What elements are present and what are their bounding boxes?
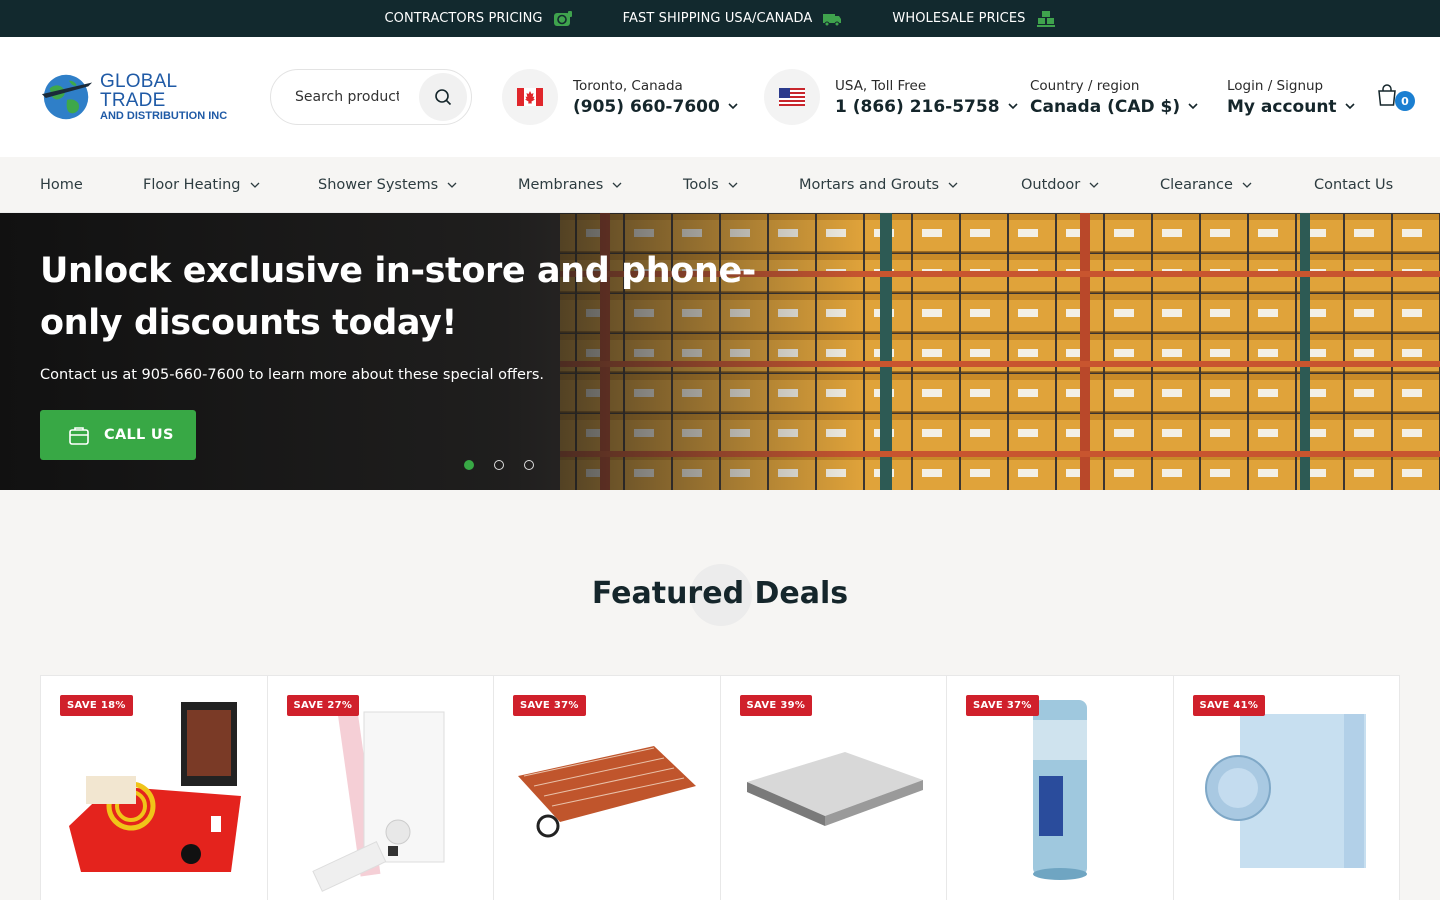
nav-label: Mortars and Grouts	[799, 177, 940, 193]
sale-badge: SAVE 41%	[1192, 695, 1266, 716]
sale-badge: SAVE 39%	[739, 695, 813, 716]
hero-subtitle: Contact us at 905-660-7600 to learn more…	[40, 367, 544, 383]
site-header: GLOBAL TRADE AND DISTRIBUTION INC Toront…	[0, 37, 1440, 157]
search-bar	[270, 69, 472, 125]
product-card[interactable]: SAVE 18%	[41, 676, 268, 900]
featured-deals-section: Featured Deals SAVE 18% SAVE 27% SAVE 37…	[0, 490, 1440, 900]
contact-label: USA, Toll Free	[835, 77, 927, 94]
site-logo[interactable]: GLOBAL TRADE AND DISTRIBUTION INC	[40, 71, 242, 123]
hero-title: Unlock exclusive in-store and phone-only…	[40, 251, 756, 343]
contact-toronto[interactable]: Toronto, Canada (905) 660-7600	[502, 69, 738, 125]
chevron-down-icon	[1089, 182, 1099, 188]
announcement-wholesale-prices: WHOLESALE PRICES	[892, 10, 1055, 28]
product-card[interactable]: SAVE 27%	[268, 676, 494, 900]
nav-label: Tools	[683, 177, 719, 193]
globe-logo-icon	[41, 74, 93, 120]
sale-badge: SAVE 37%	[513, 695, 586, 716]
slide-dot-2[interactable]	[494, 460, 504, 470]
nav-item-outdoor[interactable]: Outdoor	[1021, 157, 1099, 213]
nav-item-shower-systems[interactable]: Shower Systems	[318, 157, 457, 213]
announcement-label: CONTRACTORS PRICING	[384, 11, 543, 26]
boxes-icon	[1036, 10, 1055, 27]
nav-label: Floor Heating	[143, 177, 241, 193]
contact-label: Toronto, Canada	[573, 77, 683, 94]
sale-badge: SAVE 18%	[60, 695, 133, 716]
cart-button[interactable]: 0	[1376, 83, 1416, 113]
chevron-down-icon	[1344, 103, 1355, 110]
truck-icon	[823, 13, 842, 26]
nav-item-floor-heating[interactable]: Floor Heating	[143, 157, 260, 213]
search-button[interactable]	[419, 73, 467, 121]
region-label: Country / region	[1030, 77, 1140, 94]
brand-tagline: AND DISTRIBUTION INC	[100, 110, 228, 122]
chevron-down-icon	[1007, 103, 1018, 110]
product-card[interactable]: SAVE 41%	[1174, 676, 1400, 900]
main-navigation: Home Floor Heating Shower Systems Membra…	[0, 157, 1440, 213]
product-card[interactable]: SAVE 37%	[947, 676, 1174, 900]
announcement-label: FAST SHIPPING USA/CANADA	[622, 11, 813, 26]
chevron-down-icon	[447, 182, 457, 188]
cart-count-badge: 0	[1395, 91, 1415, 111]
money-icon	[553, 10, 572, 26]
call-us-button[interactable]: CALL US	[40, 410, 196, 460]
nav-label: Shower Systems	[318, 177, 439, 193]
call-us-label: CALL US	[104, 427, 174, 443]
chevron-down-icon	[250, 182, 259, 188]
search-input[interactable]	[295, 89, 399, 105]
product-card[interactable]: SAVE 37%	[494, 676, 721, 900]
brand-name: GLOBAL TRADE	[100, 71, 177, 111]
chevron-down-icon	[948, 182, 958, 188]
account-label: Login / Signup	[1227, 77, 1324, 94]
nav-label: Membranes	[518, 177, 604, 193]
chevron-down-icon	[1242, 182, 1252, 188]
sale-badge: SAVE 37%	[966, 695, 1039, 716]
canada-flag-icon	[502, 69, 558, 125]
contact-phone: 1 (866) 216-5758	[835, 96, 1000, 117]
nav-label: Contact Us	[1314, 177, 1394, 193]
nav-item-home[interactable]: Home	[40, 157, 83, 213]
nav-label: Clearance	[1160, 177, 1233, 193]
contact-usa[interactable]: USA, Toll Free 1 (866) 216-5758	[764, 69, 1018, 125]
account-value: My account	[1227, 96, 1337, 117]
nav-item-contact-us[interactable]: Contact Us	[1314, 157, 1393, 213]
nav-item-clearance[interactable]: Clearance	[1160, 157, 1252, 213]
hero-banner: Unlock exclusive in-store and phone-only…	[0, 213, 1440, 490]
product-grid: SAVE 18% SAVE 27% SAVE 37% SAVE 39% SAVE…	[40, 675, 1400, 900]
chevron-down-icon	[612, 182, 622, 188]
featured-title: Featured Deals	[591, 576, 849, 611]
nav-item-mortars-and-grouts[interactable]: Mortars and Grouts	[799, 157, 958, 213]
chevron-down-icon	[1188, 103, 1198, 110]
nav-item-tools[interactable]: Tools	[683, 157, 738, 213]
region-selector[interactable]: Country / region Canada (CAD $)	[1030, 69, 1198, 125]
contact-phone: (905) 660-7600	[573, 96, 720, 117]
nav-item-membranes[interactable]: Membranes	[518, 157, 622, 213]
nav-label: Outdoor	[1021, 177, 1081, 193]
slider-dots	[464, 460, 534, 470]
search-icon	[435, 89, 452, 106]
region-value: Canada (CAD $)	[1030, 96, 1181, 117]
announcement-contractors-pricing: CONTRACTORS PRICING	[384, 10, 572, 28]
account-menu[interactable]: Login / Signup My account	[1227, 69, 1355, 125]
product-card[interactable]: SAVE 39%	[721, 676, 947, 900]
chevron-down-icon	[728, 103, 738, 110]
announcement-label: WHOLESALE PRICES	[892, 11, 1026, 26]
shopping-bag-icon	[69, 427, 89, 445]
usa-flag-icon	[764, 69, 820, 125]
announcement-fast-shipping: FAST SHIPPING USA/CANADA	[623, 10, 843, 28]
announcement-bar: CONTRACTORS PRICING FAST SHIPPING USA/CA…	[0, 0, 1440, 37]
slide-dot-3[interactable]	[524, 460, 534, 470]
slide-dot-1[interactable]	[464, 460, 474, 470]
sale-badge: SAVE 27%	[286, 695, 360, 716]
chevron-down-icon	[728, 182, 738, 188]
nav-label: Home	[40, 177, 83, 193]
